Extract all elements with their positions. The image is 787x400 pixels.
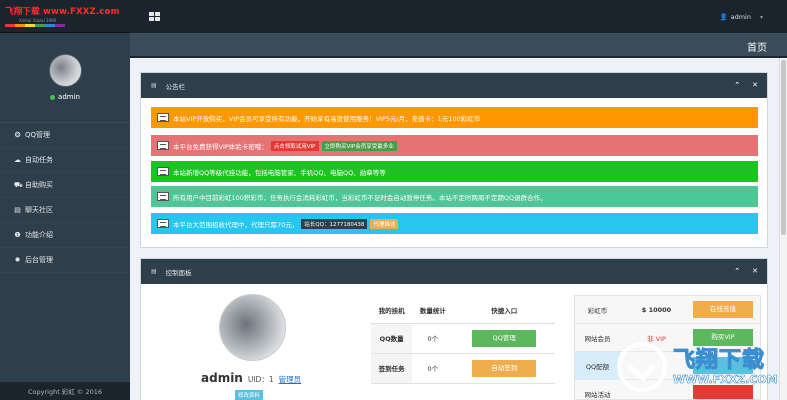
logo-color-bar [5, 24, 65, 27]
site-logo[interactable]: 飞翔下载 www.FXXZ.com Xinhai Xiazai 1990 [0, 0, 130, 33]
info-label: 彩虹币 [587, 307, 608, 315]
gear-icon: ✹ [14, 256, 21, 264]
user-icon: 👤 [719, 13, 728, 21]
col-count: 数量统计 [412, 297, 454, 324]
chevron-down-icon: ▾ [759, 13, 763, 21]
notice-panel-header: ▤ 公告栏 ⌃ ✕ [141, 73, 767, 98]
role-link[interactable]: 管理员 [279, 374, 302, 385]
row-count: 0个 [412, 353, 454, 384]
page-title: 首页 [747, 43, 767, 54]
info-icon: ❶ [14, 231, 21, 239]
cart-icon: ⛟ [14, 180, 23, 189]
cloud-icon: ☁ [14, 156, 21, 164]
sidebar-item-label: 聊天社区 [25, 206, 53, 214]
task-stats-table: 我的挂机 数量统计 快捷入口 QQ数量 0个 QQ管理 签到任务 0个 自动签到 [371, 297, 555, 384]
announcement-icon [157, 167, 169, 176]
sidebar-item-features[interactable]: ❶ 功能介绍 [0, 223, 130, 248]
buy-vip-button[interactable]: 立即购买VIP会员享受最多业 [321, 140, 397, 151]
qq-manage-button[interactable]: QQ管理 [472, 329, 537, 347]
page-bar: 首页 [130, 33, 787, 58]
notice-item: 所有用户中目前彩虹100积彩币，任务执行会消耗彩虹币，当彩虹币不足时会自动暂停任… [151, 186, 758, 207]
sidebar-menu: ❂ QQ管理 ☁ 自动任务 ⛟ 自助购买 ▤ 聊天社区 ❶ 功能介绍 ✹ 后台管… [0, 122, 130, 273]
profile-name-line: admin UID：1 管理员 [201, 371, 301, 385]
info-row-coins: 彩虹币 $ 10000 在线充值 [575, 296, 760, 324]
profile-avatar[interactable] [219, 294, 286, 361]
row-label: QQ数量 [371, 323, 413, 354]
announcement-icon [157, 219, 169, 228]
sidebar-item-self-purchase[interactable]: ⛟ 自助购买 [0, 173, 130, 198]
announcement-icon [157, 141, 169, 150]
notice-item: 本站VIP开放购买，VIP会员可享受所有功能，开始享有高度使用服务！VIP5元/… [151, 107, 758, 128]
qq-icon: ❂ [14, 131, 21, 139]
sidebar-item-label: 后台管理 [25, 256, 53, 264]
control-panel-title: 控制面板 [165, 268, 192, 277]
notice-text: 本站新增QQ等级代挂功能，包括电脑管家、手机QQ、电脑QQ、勋章等等 [173, 168, 386, 177]
announcement-icon [157, 113, 169, 122]
notice-panel: ▤ 公告栏 ⌃ ✕ 本站VIP开放购买，VIP会员可享受所有功能，开始享有高度使… [140, 72, 768, 248]
chat-icon: ▤ [14, 206, 21, 214]
copyright: Copyright 彩虹 © 2016 [0, 382, 130, 400]
sidebar: 飞翔下载 www.FXXZ.com Xinhai Xiazai 1990 adm… [0, 0, 130, 400]
logo-subtext: Xinhai Xiazai 1990 [19, 18, 57, 23]
announcement-icon [157, 192, 169, 201]
row-count: 0个 [412, 323, 454, 354]
notice-item: 本站新增QQ等级代挂功能，包括电脑管家、手机QQ、电脑QQ、勋章等等 [151, 161, 758, 182]
notice-text: 所有用户中目前彩虹100积彩币，任务执行会消耗彩虹币，当彩虹币不足时会自动暂停任… [173, 193, 547, 202]
table-header-row: 我的挂机 数量统计 快捷入口 [371, 297, 555, 324]
close-icon[interactable]: ✕ [752, 81, 758, 89]
notice-text: 本平台免费获得VIP体验卡密哦： [173, 142, 268, 151]
notice-panel-title: 公告栏 [165, 82, 186, 91]
top-bar: 👤 admin ▾ [130, 0, 787, 33]
user-menu[interactable]: 👤 admin ▾ [720, 13, 763, 21]
control-panel-header: ▤ 控制面板 ⌃ ✕ [141, 259, 767, 284]
scrollbar-thumb[interactable] [781, 60, 786, 235]
sidebar-item-label: 功能介绍 [25, 231, 53, 239]
col-my-tasks: 我的挂机 [371, 297, 413, 324]
uid-text: UID：1 [247, 375, 274, 384]
sidebar-item-auto-tasks[interactable]: ☁ 自动任务 [0, 148, 130, 173]
watermark-title: 飞翔下载 [672, 348, 766, 374]
profile-name: admin [201, 371, 243, 385]
sidebar-item-label: 自助购买 [25, 181, 53, 189]
row-label: 签到任务 [371, 353, 413, 384]
recharge-button[interactable]: 在线充值 [693, 301, 753, 318]
watermark: 飞翔下载 WWW.FXXZ.COM [617, 334, 787, 400]
sidebar-item-label: QQ管理 [25, 131, 51, 139]
notice-text: 本平台大范围招收代理中，代理只需70元， [173, 220, 299, 229]
notice-item: 本平台免费获得VIP体验卡密哦： 点击领取试用VIP 立即购买VIP会员享受最多… [151, 135, 758, 156]
col-shortcut: 快捷入口 [453, 297, 555, 324]
auto-signin-button[interactable]: 自动签到 [472, 359, 537, 377]
agent-info-button[interactable]: 代理描述 [370, 218, 399, 229]
panel-menu-icon: ▤ [151, 268, 157, 275]
coin-balance: $ 10000 [641, 306, 672, 314]
info-label: 网站会员 [584, 335, 611, 343]
user-menu-name: admin [730, 13, 751, 21]
sidebar-item-chat-community[interactable]: ▤ 聊天社区 [0, 198, 130, 223]
collapse-icon[interactable]: ⌃ [734, 81, 740, 89]
notice-item: 本平台大范围招收代理中，代理只需70元， 站长QQ：1277180438 代理描… [151, 213, 758, 234]
sidebar-item-admin[interactable]: ✹ 后台管理 [0, 248, 130, 273]
watermark-url: WWW.FXXZ.COM [673, 373, 778, 387]
edit-profile-button[interactable]: 修改资料 [235, 390, 264, 400]
sidebar-user: admin [50, 93, 80, 101]
online-status-icon [50, 94, 56, 100]
avatar[interactable] [48, 54, 82, 87]
menu-toggle-icon[interactable] [149, 12, 160, 21]
close-icon[interactable]: ✕ [752, 267, 758, 275]
trial-vip-button[interactable]: 点击领取试用VIP [270, 140, 319, 151]
info-label: 网站活动 [584, 391, 611, 399]
notice-text: 本站VIP开放购买，VIP会员可享受所有功能，开始享有高度使用服务！VIP5元/… [173, 114, 481, 123]
table-row: 签到任务 0个 自动签到 [371, 353, 555, 384]
sidebar-username: admin [58, 93, 80, 101]
logo-text: 飞翔下载 www.FXXZ.com [5, 7, 120, 17]
contact-qq-badge[interactable]: 站长QQ：1277180438 [301, 218, 368, 229]
info-label: QQ配额 [575, 352, 620, 380]
collapse-icon[interactable]: ⌃ [734, 267, 740, 275]
table-row: QQ数量 0个 QQ管理 [371, 323, 555, 354]
sidebar-item-qq-manage[interactable]: ❂ QQ管理 [0, 123, 130, 148]
sidebar-item-label: 自动任务 [25, 156, 53, 164]
panel-menu-icon: ▤ [151, 82, 157, 89]
sidebar-profile: admin [0, 33, 130, 113]
watermark-logo-icon [617, 342, 667, 392]
